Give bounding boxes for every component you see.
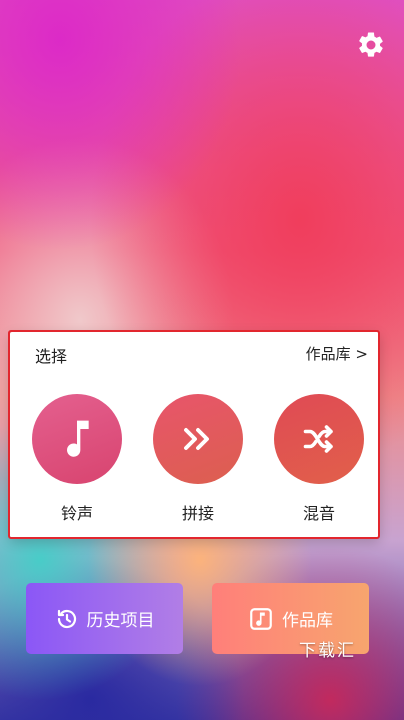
mix-button[interactable]: 混音	[274, 394, 364, 524]
watermark-text: 下载汇	[299, 641, 356, 661]
works-library-label: 作品库	[282, 611, 333, 631]
mix-circle[interactable]	[274, 394, 364, 484]
ringtone-circle[interactable]	[32, 394, 122, 484]
fast-forward-icon	[184, 428, 209, 450]
history-projects-button[interactable]: 历史项目	[26, 583, 183, 654]
works-library-link[interactable]: 作品库 >	[306, 343, 368, 364]
card-title: 选择	[35, 347, 68, 366]
settings-gear-icon[interactable]	[356, 30, 386, 60]
ringtone-label: 铃声	[60, 504, 93, 523]
select-card: 选择 作品库 > 铃声 拼接 混音	[9, 331, 380, 539]
history-projects-label: 历史项目	[86, 611, 155, 631]
history-icon	[57, 609, 76, 628]
splice-button[interactable]: 拼接	[153, 394, 243, 524]
splice-label: 拼接	[181, 504, 214, 523]
splice-circle[interactable]	[153, 394, 243, 484]
music-note-icon	[67, 420, 89, 457]
music-file-icon	[250, 607, 272, 630]
shuffle-icon	[303, 425, 333, 453]
ringtone-button[interactable]: 铃声	[32, 394, 122, 524]
mix-label: 混音	[302, 504, 335, 523]
